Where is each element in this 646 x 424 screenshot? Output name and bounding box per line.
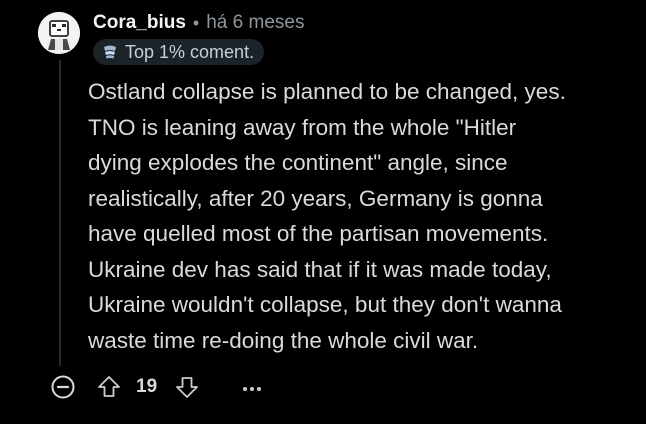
thread-line <box>59 60 61 366</box>
downvote-button[interactable] <box>174 374 200 400</box>
comment-body: Ostland collapse is planned to be change… <box>88 74 640 358</box>
separator-dot: • <box>192 12 200 33</box>
comment-line: realistically, after 20 years, Germany i… <box>88 185 543 211</box>
more-horizontal-icon <box>250 387 254 391</box>
more-horizontal-icon <box>243 387 247 391</box>
avatar-icon <box>38 12 80 54</box>
comment-line: TNO is leaning away from the whole "Hitl… <box>88 114 517 140</box>
more-options-button[interactable] <box>240 376 266 396</box>
minus-circle-icon <box>51 375 75 399</box>
comment-line: Ukraine dev has said that if it was made… <box>88 256 552 282</box>
more-horizontal-icon <box>257 387 261 391</box>
comment-header: Cora_bius • há 6 meses <box>93 10 304 36</box>
timestamp: há 6 meses <box>206 12 305 33</box>
vote-count: 19 <box>136 376 158 397</box>
comment-line: have quelled most of the partisan moveme… <box>88 221 549 246</box>
upvote-button[interactable] <box>96 374 122 400</box>
top-commenter-badge[interactable]: Top 1% coment. <box>93 39 265 65</box>
arrow-down-icon <box>176 377 198 398</box>
collapse-button[interactable] <box>50 374 76 400</box>
comment-line: Ostland collapse is planned to be change… <box>88 79 566 104</box>
comment-line: waste time re-doing the whole civil war. <box>88 327 479 353</box>
avatar[interactable] <box>38 12 80 54</box>
comment-line: dying explodes the continent" angle, sin… <box>88 150 508 175</box>
username[interactable]: Cora_bius <box>93 12 186 34</box>
arrow-up-icon <box>98 376 120 397</box>
badge-label: Top 1% coment. <box>125 41 255 62</box>
comment-actions: 19 <box>50 370 310 404</box>
trophy-icon <box>104 45 116 59</box>
comment-line: Ukraine wouldn't collapse, but they don'… <box>88 292 562 317</box>
